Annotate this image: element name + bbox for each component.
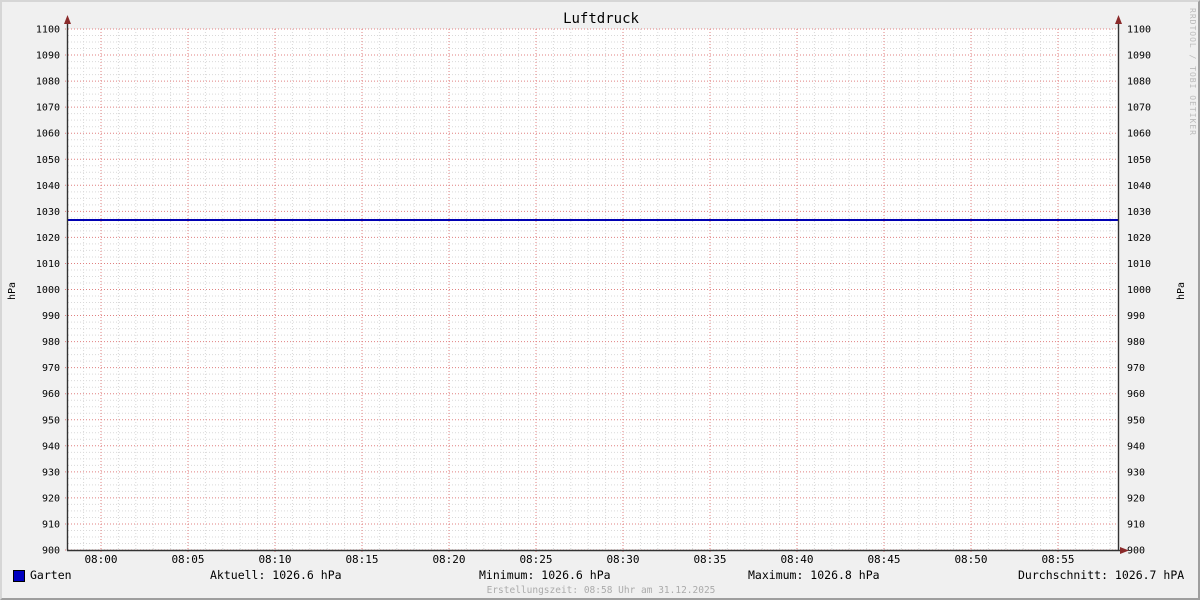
svg-text:08:45: 08:45: [867, 553, 900, 566]
svg-text:1050: 1050: [36, 155, 60, 166]
svg-text:1090: 1090: [1127, 51, 1151, 62]
legend-and-stats-row: Garten Aktuell: 1026.6 hPa Minimum: 1026…: [2, 568, 1198, 584]
svg-text:1080: 1080: [1127, 77, 1151, 88]
svg-text:940: 940: [1127, 441, 1145, 452]
svg-text:1090: 1090: [36, 51, 60, 62]
svg-text:1010: 1010: [36, 259, 60, 270]
svg-text:910: 910: [42, 519, 60, 530]
chart-title: Luftdruck: [563, 11, 639, 27]
svg-text:980: 980: [42, 337, 60, 348]
svg-text:08:15: 08:15: [345, 553, 378, 566]
svg-text:950: 950: [42, 415, 60, 426]
svg-text:990: 990: [42, 311, 60, 322]
svg-text:1000: 1000: [1127, 285, 1151, 296]
svg-text:900: 900: [1127, 546, 1145, 557]
svg-text:08:55: 08:55: [1041, 553, 1074, 566]
stat-maximum: Maximum: 1026.8 hPa: [748, 568, 880, 582]
svg-text:940: 940: [42, 441, 60, 452]
svg-text:1040: 1040: [36, 181, 60, 192]
svg-text:1030: 1030: [36, 207, 60, 218]
svg-text:920: 920: [42, 493, 60, 504]
svg-text:1030: 1030: [1127, 207, 1151, 218]
creation-time-note: Erstellungszeit: 08:58 Uhr am 31.12.2025: [486, 585, 716, 596]
svg-text:900: 900: [42, 546, 60, 557]
series-legend-label: Garten: [30, 568, 72, 582]
series-color-swatch: [13, 570, 25, 582]
svg-text:08:20: 08:20: [432, 553, 465, 566]
svg-text:970: 970: [42, 363, 60, 374]
svg-text:08:25: 08:25: [519, 553, 552, 566]
svg-text:990: 990: [1127, 311, 1145, 322]
svg-text:910: 910: [1127, 519, 1145, 530]
svg-text:08:30: 08:30: [606, 553, 639, 566]
svg-text:1020: 1020: [1127, 233, 1151, 244]
svg-text:08:40: 08:40: [780, 553, 813, 566]
svg-text:08:05: 08:05: [171, 553, 204, 566]
rrdtool-watermark: RRDTOOL / TOBI OETIKER: [1188, 8, 1197, 136]
svg-text:1050: 1050: [1127, 155, 1151, 166]
y-axis-unit-label-right: hPa: [1176, 281, 1187, 301]
svg-text:1010: 1010: [1127, 259, 1151, 270]
svg-text:1070: 1070: [36, 103, 60, 114]
svg-text:970: 970: [1127, 363, 1145, 374]
svg-text:1080: 1080: [36, 77, 60, 88]
stat-minimum: Minimum: 1026.6 hPa: [479, 568, 611, 582]
svg-text:08:00: 08:00: [84, 553, 117, 566]
svg-text:1000: 1000: [36, 285, 60, 296]
svg-text:1060: 1060: [1127, 129, 1151, 140]
stat-aktuell: Aktuell: 1026.6 hPa: [210, 568, 342, 582]
svg-text:1070: 1070: [1127, 103, 1151, 114]
svg-text:08:35: 08:35: [693, 553, 726, 566]
svg-text:920: 920: [1127, 493, 1145, 504]
svg-text:960: 960: [1127, 389, 1145, 400]
svg-text:980: 980: [1127, 337, 1145, 348]
graph-stage: 900 900 910 910 920 920 930 930 940 940 950 950 960 9…: [2, 2, 1198, 598]
svg-text:1040: 1040: [1127, 181, 1151, 192]
pressure-chart-canvas: 900 900 910 910 920 920 930 930 940 940 950 950 960 9…: [36, 15, 1151, 566]
svg-text:1060: 1060: [36, 129, 60, 140]
stat-durchschnitt: Durchschnitt: 1026.7 hPA: [1018, 568, 1185, 582]
rrdtool-graph-window: 900 900 910 910 920 920 930 930 940 940 950 950 960 9…: [0, 0, 1200, 600]
svg-text:1020: 1020: [36, 233, 60, 244]
svg-text:960: 960: [42, 389, 60, 400]
svg-text:08:10: 08:10: [258, 553, 291, 566]
svg-text:930: 930: [42, 467, 60, 478]
svg-text:08:50: 08:50: [954, 553, 987, 566]
svg-text:930: 930: [1127, 467, 1145, 478]
svg-text:950: 950: [1127, 415, 1145, 426]
y-axis-unit-label-left: hPa: [7, 281, 18, 301]
